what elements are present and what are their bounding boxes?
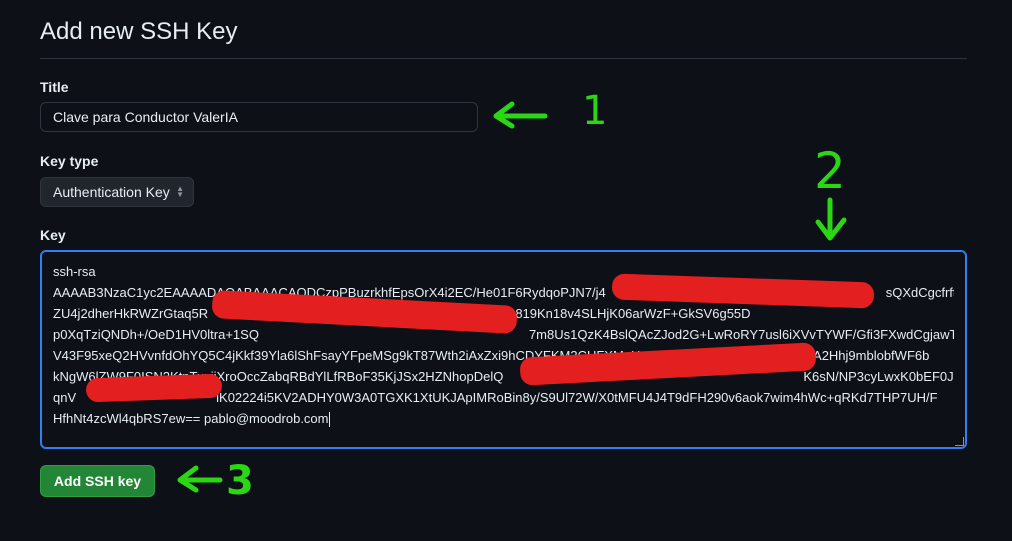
- key-label: Key: [40, 227, 66, 243]
- svg-text:3: 3: [226, 458, 254, 501]
- arrow-1-annotation: 1: [493, 88, 607, 134]
- key-textarea[interactable]: ssh-rsa AAAAB3NzaC1yc2EAAAADAQABAAACAQDC…: [40, 250, 967, 449]
- add-ssh-key-button[interactable]: Add SSH key: [40, 465, 155, 497]
- key-line: V43F95xeQ2HVvnfdOhYQ5C4jKkf39Yla6lShFsay…: [53, 348, 930, 363]
- redaction-mark: [85, 373, 223, 403]
- key-type-selected: Authentication Key: [53, 184, 170, 200]
- svg-text:1: 1: [582, 88, 607, 134]
- svg-text:2: 2: [814, 142, 846, 200]
- title-input[interactable]: [40, 102, 478, 132]
- resize-handle[interactable]: [955, 437, 964, 446]
- key-type-select[interactable]: Authentication Key ▲ ▼: [40, 177, 194, 207]
- page-title: Add new SSH Key: [40, 18, 238, 45]
- arrow-2-annotation: 2: [814, 142, 847, 241]
- ssh-key-page: Add new SSH Key Title Key type Authentic…: [0, 0, 1012, 541]
- key-type-label: Key type: [40, 153, 99, 169]
- key-line: HfhNt4zcWl4qbRS7ew== pablo@moodrob.com: [53, 411, 330, 428]
- select-caret-icon: ▲ ▼: [176, 184, 184, 199]
- arrow-3-annotation: 3: [177, 458, 254, 501]
- title-label: Title: [40, 79, 69, 95]
- key-line: ssh-rsa: [53, 264, 96, 279]
- title-divider: [40, 58, 967, 59]
